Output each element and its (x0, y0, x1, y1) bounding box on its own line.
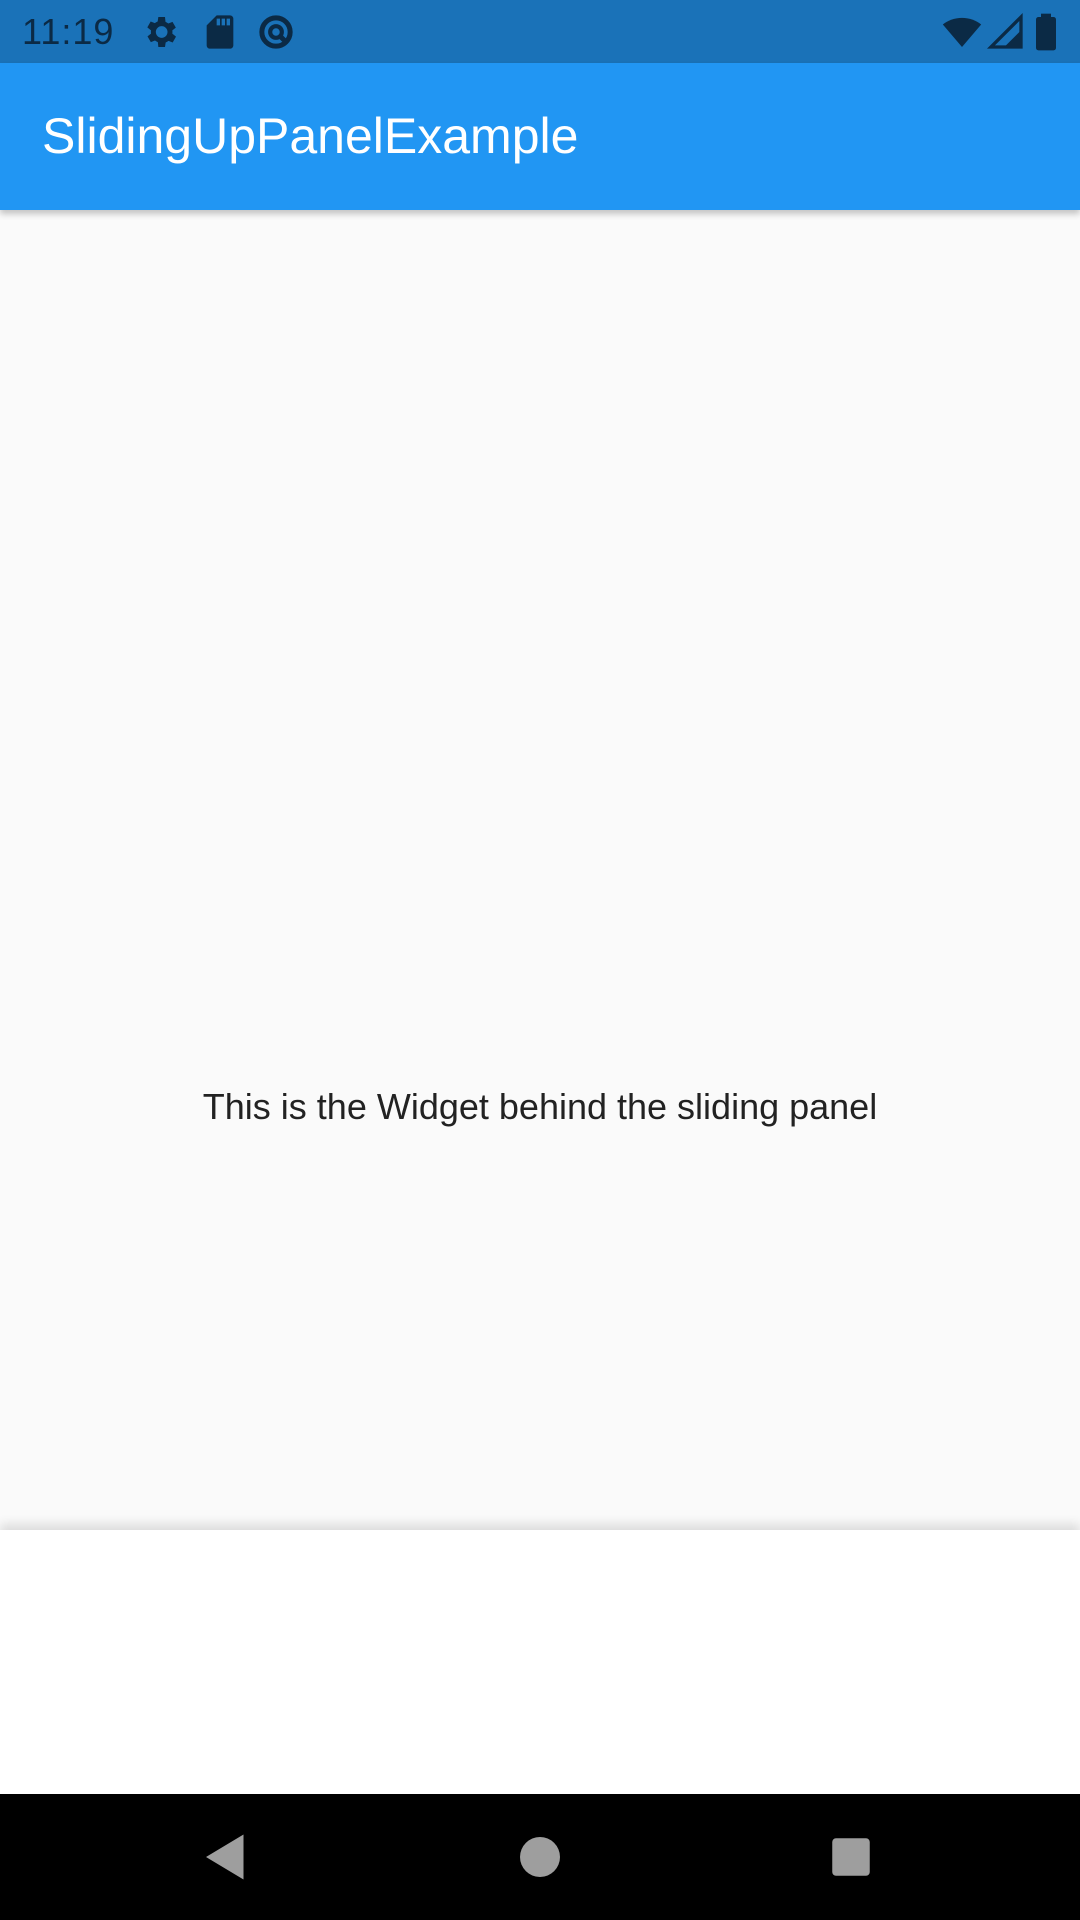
settings-icon (140, 12, 180, 52)
screen: 11:19 SlidingUpPanelExample This is the … (0, 0, 1080, 1920)
signal-icon (986, 12, 1026, 52)
home-icon (520, 1837, 560, 1877)
wifi-icon (942, 12, 982, 52)
battery-icon (1030, 12, 1062, 52)
back-button[interactable] (163, 1794, 289, 1920)
data-saver-icon (256, 12, 296, 52)
body-text: This is the Widget behind the sliding pa… (202, 1086, 878, 1127)
recents-button[interactable] (788, 1794, 914, 1920)
recents-icon (832, 1838, 870, 1876)
app-bar: SlidingUpPanelExample (0, 63, 1080, 210)
status-time: 11:19 (22, 11, 115, 52)
home-button[interactable] (477, 1794, 603, 1920)
back-icon (206, 1834, 244, 1880)
page-title: SlidingUpPanelExample (42, 108, 579, 164)
sd-card-icon (200, 12, 240, 52)
sliding-panel[interactable] (0, 1530, 1080, 1794)
status-bar: 11:19 (0, 0, 1080, 63)
body-area: This is the Widget behind the sliding pa… (0, 210, 1080, 1530)
nav-bar (0, 1794, 1080, 1920)
